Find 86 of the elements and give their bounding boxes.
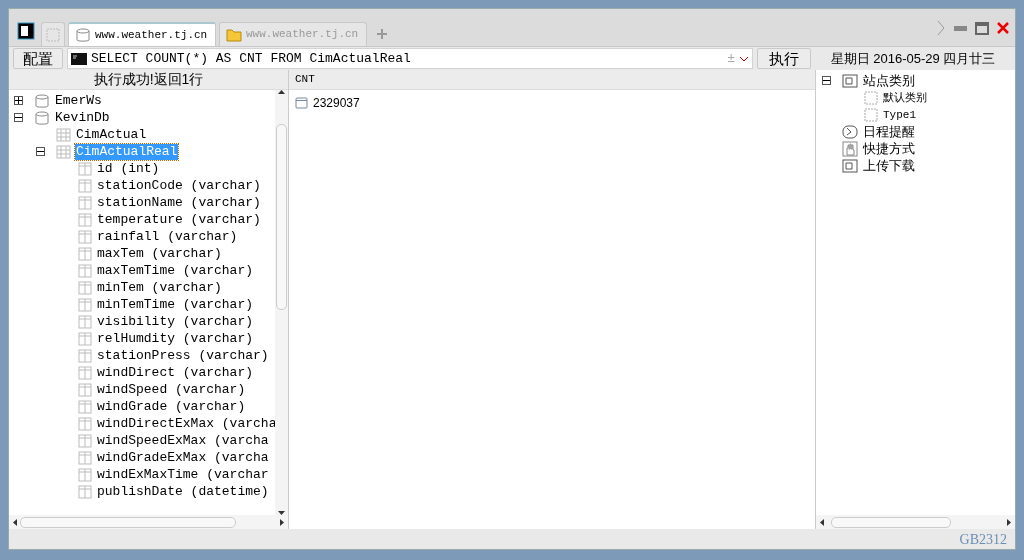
column-icon bbox=[78, 399, 92, 414]
up-arrow-icon[interactable] bbox=[278, 90, 285, 94]
encoding-label: GB2312 bbox=[959, 530, 1007, 549]
config-button[interactable]: 配置 bbox=[13, 48, 63, 69]
expander-icon[interactable] bbox=[14, 96, 23, 105]
tree-item[interactable]: EmerWs bbox=[54, 92, 103, 109]
column-icon bbox=[78, 212, 92, 227]
column-icon bbox=[78, 246, 92, 261]
tree-item[interactable]: windSpeed (varchar) bbox=[96, 381, 247, 398]
tree-item[interactable]: 上传下载 bbox=[863, 157, 915, 174]
left-arrow-icon[interactable] bbox=[13, 518, 17, 526]
column-icon bbox=[78, 331, 92, 346]
column-icon bbox=[78, 416, 92, 431]
column-icon bbox=[78, 348, 92, 363]
caret-icon[interactable] bbox=[739, 54, 749, 63]
tree-item[interactable]: maxTem (varchar) bbox=[96, 245, 223, 262]
column-icon bbox=[78, 195, 92, 210]
column-icon bbox=[78, 314, 92, 329]
vertical-scrollbar[interactable] bbox=[275, 90, 288, 515]
table-cell-text: 2329037 bbox=[313, 95, 360, 112]
tree-item[interactable]: windDirect (varchar) bbox=[96, 364, 255, 381]
column-icon bbox=[78, 280, 92, 295]
run-button[interactable]: 执行 bbox=[757, 48, 811, 69]
right-arrow-icon[interactable] bbox=[280, 518, 284, 526]
database-icon bbox=[34, 109, 50, 126]
column-icon bbox=[78, 365, 92, 380]
row-icon bbox=[295, 97, 308, 109]
column-icon bbox=[78, 297, 92, 312]
tree-item[interactable]: windGradeExMax (varcha bbox=[96, 449, 270, 466]
right-arrow-icon[interactable] bbox=[1007, 518, 1011, 526]
tree-item[interactable]: id (int) bbox=[96, 160, 161, 177]
column-header: CNT bbox=[295, 72, 315, 88]
column-icon bbox=[78, 229, 92, 244]
item-icon bbox=[864, 90, 878, 105]
item-icon bbox=[864, 107, 878, 122]
column-icon bbox=[78, 433, 92, 448]
column-icon bbox=[78, 467, 92, 482]
column-icon bbox=[78, 178, 92, 193]
clock-icon bbox=[842, 124, 858, 139]
tree-item[interactable]: rainfall (varchar) bbox=[96, 228, 239, 245]
tree-item[interactable]: Type1 bbox=[883, 106, 916, 123]
column-icon bbox=[78, 382, 92, 397]
tree-item[interactable]: KevinDb bbox=[54, 109, 111, 126]
column-icon bbox=[78, 450, 92, 465]
table-icon bbox=[56, 144, 71, 159]
panel-icon[interactable] bbox=[17, 22, 35, 40]
tree-item[interactable]: maxTemTime (varchar) bbox=[96, 262, 255, 279]
tree-item[interactable]: publishDate (datetime) bbox=[96, 483, 270, 500]
table-icon bbox=[56, 127, 71, 142]
tree-item[interactable]: minTemTime (varchar) bbox=[96, 296, 255, 313]
tree-item[interactable]: stationName (varchar) bbox=[96, 194, 262, 211]
minimize-icon[interactable] bbox=[954, 25, 967, 31]
tab[interactable]: www.weather.tj.cn bbox=[68, 22, 216, 46]
left-arrow-icon[interactable] bbox=[820, 518, 824, 526]
column-icon bbox=[78, 161, 92, 176]
tree-item[interactable]: 默认类别 bbox=[883, 89, 927, 106]
column-icon bbox=[78, 263, 92, 278]
date-label: 星期日 2016-05-29 四月廿三 bbox=[829, 49, 997, 68]
tree-item[interactable]: windSpeedExMax (varcha bbox=[96, 432, 270, 449]
tree-item[interactable]: 站点类别 bbox=[863, 72, 915, 89]
expander-icon[interactable] bbox=[822, 76, 831, 85]
tree-item[interactable]: stationPress (varchar) bbox=[96, 347, 270, 364]
close-icon[interactable] bbox=[997, 22, 1009, 34]
tree-item[interactable]: temperature (varchar) bbox=[96, 211, 262, 228]
tree-item[interactable]: minTem (varchar) bbox=[96, 279, 223, 296]
expander-icon[interactable] bbox=[14, 113, 23, 122]
column-icon bbox=[78, 484, 92, 499]
tree-item[interactable]: visibility (varchar) bbox=[96, 313, 255, 330]
down-arrow-icon[interactable] bbox=[278, 511, 285, 515]
console-icon bbox=[71, 52, 87, 65]
horizontal-scrollbar[interactable] bbox=[9, 515, 288, 529]
hand-icon bbox=[842, 140, 858, 157]
database-icon bbox=[34, 92, 50, 109]
maximize-icon[interactable] bbox=[975, 21, 989, 35]
tree-item[interactable]: relHumdity (varchar) bbox=[96, 330, 255, 347]
tree-item[interactable]: CimActual bbox=[75, 126, 148, 143]
tree-item[interactable]: 快捷方式 bbox=[863, 140, 915, 157]
query-field[interactable]: SELECT COUNT(*) AS CNT FROM CimActualReal ± bbox=[67, 48, 753, 69]
tree-item[interactable]: stationCode (varchar) bbox=[96, 177, 262, 194]
horizontal-scrollbar[interactable] bbox=[816, 515, 1015, 529]
expander-icon[interactable] bbox=[36, 147, 45, 156]
tree-item[interactable]: 日程提醒 bbox=[863, 123, 915, 140]
status-message: 执行成功!返回1行 bbox=[92, 70, 205, 89]
tree-item[interactable]: windExMaxTime (varchar bbox=[96, 466, 270, 483]
database-icon bbox=[75, 27, 91, 43]
tree-item[interactable]: windGrade (varchar) bbox=[96, 398, 247, 415]
